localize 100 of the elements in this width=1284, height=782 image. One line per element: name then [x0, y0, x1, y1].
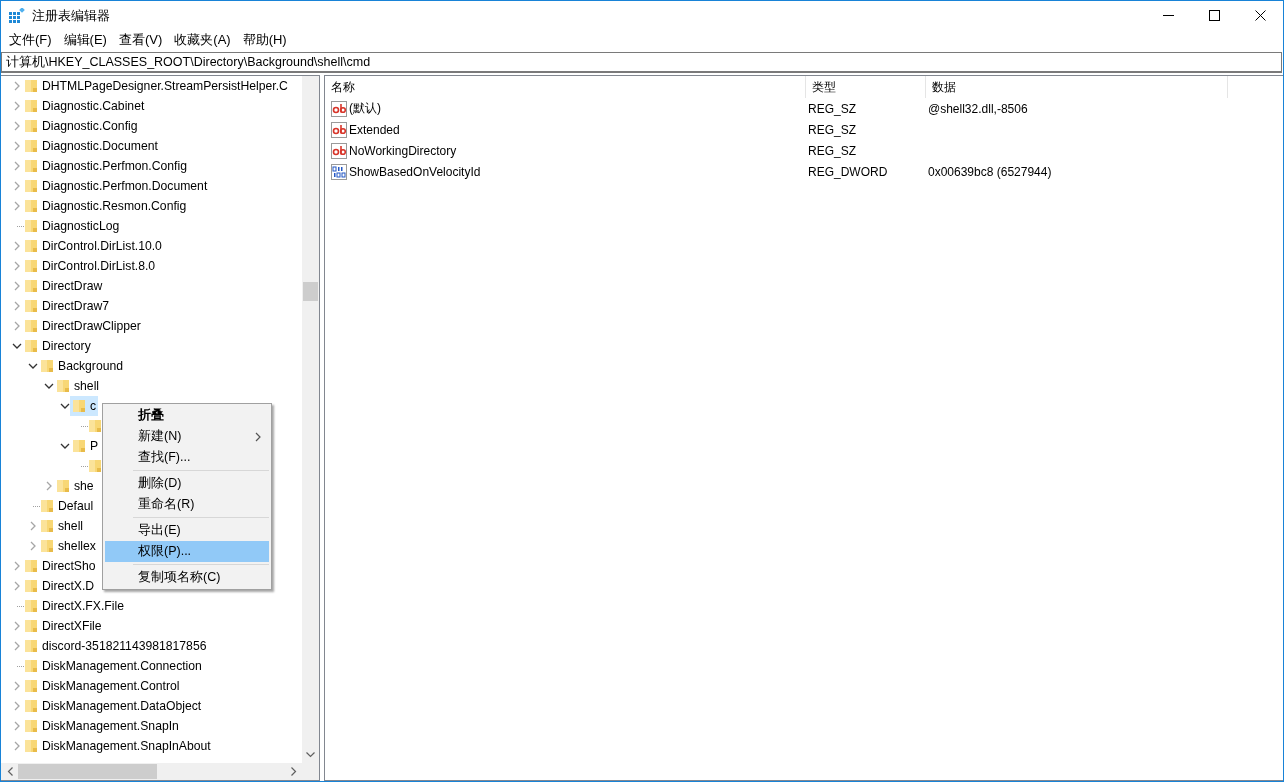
folder-icon	[24, 279, 38, 293]
tree-item[interactable]: DirectDrawClipper	[22, 316, 143, 336]
menu-item[interactable]: 文件(F)	[3, 30, 58, 50]
folder-icon	[24, 639, 38, 653]
menu-item[interactable]: 编辑(E)	[57, 30, 113, 50]
menu-item[interactable]: 复制项名称(C)	[105, 567, 269, 588]
tree-item[interactable]: DirControl.DirList.8.0	[22, 256, 158, 276]
folder-icon	[24, 339, 38, 353]
tree-item[interactable]: c	[70, 396, 99, 416]
folder-icon	[24, 99, 38, 113]
window-title: 注册表编辑器	[32, 6, 110, 25]
folder-icon	[24, 599, 38, 613]
folder-icon	[24, 79, 38, 93]
menu-item[interactable]: 重命名(R)	[105, 494, 269, 515]
folder-icon	[24, 559, 38, 573]
scroll-right-icon[interactable]	[290, 767, 297, 776]
menu-item[interactable]: 新建(N)	[105, 426, 269, 447]
value-name[interactable]: (默认)	[349, 100, 381, 117]
tree-item[interactable]: DHTMLPageDesigner.StreamPersistHelper.C	[22, 76, 290, 96]
tree-item[interactable]: shellex	[38, 536, 98, 556]
folder-icon	[24, 299, 38, 313]
tree-item[interactable]: DiskManagement.Connection	[22, 656, 204, 676]
folder-icon	[24, 219, 38, 233]
value-name[interactable]: Extended	[349, 122, 400, 137]
menu-item[interactable]: 查找(F)...	[105, 447, 269, 468]
scroll-thumb[interactable]	[303, 282, 318, 301]
folder-icon	[72, 399, 86, 413]
tree-item[interactable]: shell	[54, 376, 102, 396]
value-type: REG_SZ	[808, 101, 856, 116]
folder-icon	[56, 379, 70, 393]
value-type: REG_SZ	[808, 122, 856, 137]
menu-item[interactable]: 删除(D)	[105, 473, 269, 494]
tree-item[interactable]: DirectXFile	[22, 616, 104, 636]
tree-item[interactable]: DiskManagement.DataObject	[22, 696, 204, 716]
menu-item[interactable]: 权限(P)...	[105, 541, 269, 562]
scroll-left-icon[interactable]	[6, 767, 13, 776]
scroll-down-icon[interactable]	[306, 751, 315, 758]
tree-item[interactable]: DiagnosticLog	[22, 216, 122, 236]
close-icon	[1254, 10, 1266, 21]
tree-item[interactable]: DirectX.FX.File	[22, 596, 126, 616]
folder-icon	[24, 619, 38, 633]
tree-item[interactable]: Diagnostic.Perfmon.Config	[22, 156, 189, 176]
folder-icon	[24, 139, 38, 153]
maximize-icon	[1208, 10, 1220, 21]
folder-icon	[40, 519, 54, 533]
value-type: REG_DWORD	[808, 164, 888, 179]
tree-item[interactable]: Diagnostic.Config	[22, 116, 140, 136]
folder-icon	[24, 159, 38, 173]
menu-item[interactable]: 帮助(H)	[236, 30, 293, 50]
tree-item[interactable]: DiskManagement.SnapIn	[22, 716, 181, 736]
tree-item[interactable]: DirControl.DirList.10.0	[22, 236, 164, 256]
folder-icon	[40, 499, 54, 513]
tree-item[interactable]: Diagnostic.Resmon.Config	[22, 196, 189, 216]
value-name[interactable]: NoWorkingDirectory	[349, 143, 457, 158]
tree-item[interactable]: shell	[38, 516, 86, 536]
value-name[interactable]: ShowBasedOnVelocityId	[349, 164, 481, 179]
tree-item[interactable]: DirectDraw7	[22, 296, 112, 316]
column-header[interactable]: 名称	[325, 76, 806, 98]
menu-item[interactable]: 查看(V)	[112, 30, 169, 50]
folder-icon	[40, 359, 54, 373]
tree-item[interactable]: Background	[38, 356, 126, 376]
folder-icon	[24, 739, 38, 753]
folder-icon	[24, 179, 38, 193]
folder-icon	[24, 199, 38, 213]
value-data: 0x00639bc8 (6527944)	[928, 164, 1052, 179]
folder-icon	[24, 259, 38, 273]
tree-item[interactable]: DirectSho	[22, 556, 98, 576]
menu-item[interactable]: 收藏夹(A)	[168, 30, 237, 50]
tree-item[interactable]: DiskManagement.Control	[22, 676, 182, 696]
scroll-thumb[interactable]	[18, 764, 157, 779]
column-header[interactable]: 数据	[926, 76, 1228, 98]
folder-icon	[88, 419, 102, 433]
tree-item[interactable]: Diagnostic.Document	[22, 136, 160, 156]
folder-icon	[24, 579, 38, 593]
app-icon	[9, 7, 25, 24]
tree-item[interactable]: Diagnostic.Perfmon.Document	[22, 176, 210, 196]
menu-item[interactable]: 导出(E)	[105, 520, 269, 541]
tree-item[interactable]: DirectX.D	[22, 576, 97, 596]
folder-icon	[24, 239, 38, 253]
folder-icon	[24, 119, 38, 133]
tree-item[interactable]: Directory	[22, 336, 93, 356]
tree-item[interactable]: Diagnostic.Cabinet	[22, 96, 147, 116]
address-field[interactable]: 计算机\HKEY_CLASSES_ROOT\Directory\Background\shell\cmd	[1, 52, 1282, 73]
tree-item[interactable]: Defaul	[38, 496, 96, 516]
vertical-scrollbar[interactable]	[302, 76, 319, 763]
folder-icon	[24, 679, 38, 693]
folder-icon	[24, 719, 38, 733]
folder-icon	[24, 319, 38, 333]
string-value-icon	[331, 121, 347, 138]
tree-item[interactable]: DirectDraw	[22, 276, 105, 296]
folder-icon	[24, 699, 38, 713]
string-value-icon	[331, 100, 347, 117]
column-header[interactable]: 类型	[806, 76, 926, 98]
menu-item[interactable]: 折叠	[105, 405, 269, 426]
tree-item[interactable]: discord-351821143981817856	[22, 636, 209, 656]
tree-item[interactable]: DiskManagement.SnapInAbout	[22, 736, 213, 756]
folder-icon	[88, 459, 102, 473]
tree-item[interactable]: P	[70, 436, 101, 456]
string-value-icon	[331, 142, 347, 159]
tree-item[interactable]: she	[54, 476, 96, 496]
